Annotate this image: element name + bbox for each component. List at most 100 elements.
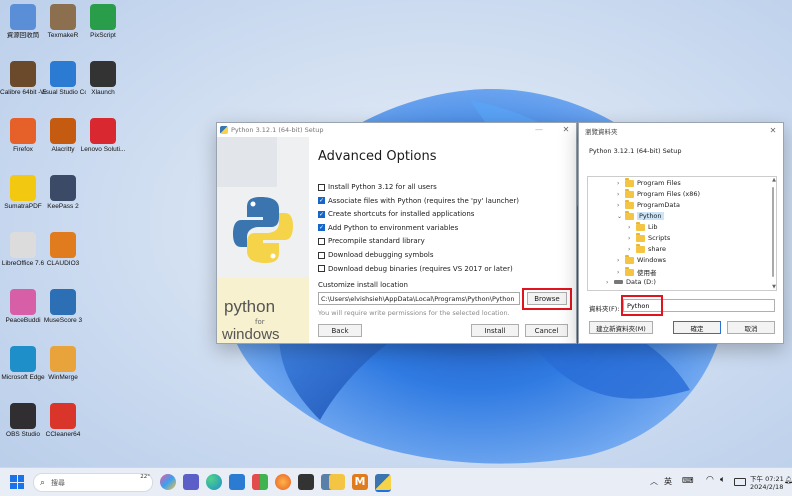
tree-node[interactable]: › ProgramData <box>617 199 680 209</box>
option-label: Create shortcuts for installed applicati… <box>328 210 475 219</box>
tree-expand-icon[interactable]: › <box>617 180 624 187</box>
desktop-icon[interactable]: Xlaunch <box>80 61 126 97</box>
folder-titlebar[interactable]: 瀏覽資料夾 ✕ <box>579 123 783 139</box>
app-grid-icon[interactable] <box>252 474 268 490</box>
folder-icon <box>636 221 645 231</box>
language-indicator[interactable]: 英 <box>664 476 672 487</box>
tree-node-label: Data (D:) <box>626 278 656 286</box>
tree-expand-icon[interactable]: › <box>617 257 624 264</box>
tree-node[interactable]: › share <box>628 243 666 253</box>
chevron-up-icon[interactable]: ︿ <box>650 476 658 487</box>
checkbox-unchecked-icon[interactable] <box>318 251 325 259</box>
checkbox-checked-icon[interactable]: ✓ <box>318 210 325 218</box>
option-checkbox-row[interactable]: Download debug binaries (requires VS 201… <box>318 265 513 273</box>
install-location-input[interactable] <box>318 292 520 305</box>
tree-expand-icon[interactable]: ⌄ <box>617 213 624 220</box>
location-label: Customize install location <box>318 281 408 289</box>
obs-icon <box>10 403 36 429</box>
minimize-icon[interactable]: — <box>532 124 546 136</box>
option-checkbox-row[interactable]: ✓ Create shortcuts for installed applicat… <box>318 210 474 218</box>
tree-expand-icon[interactable]: › <box>617 269 624 276</box>
tree-node[interactable]: › 使用者 <box>617 266 657 277</box>
clock-date[interactable]: 2024/2/18 <box>750 483 783 491</box>
libreoffice-icon <box>10 232 36 258</box>
mathsys-taskbar-icon[interactable]: M <box>352 474 368 490</box>
tree-node[interactable]: › Data (D:) <box>606 278 656 286</box>
option-checkbox-row[interactable]: Precompile standard library <box>318 237 425 245</box>
folder-icon <box>625 199 634 209</box>
tree-node[interactable]: › Program Files (x86) <box>617 188 701 198</box>
checkbox-checked-icon[interactable]: ✓ <box>318 197 325 205</box>
checkbox-unchecked-icon[interactable] <box>318 237 325 245</box>
checkbox-checked-icon[interactable]: ✓ <box>318 224 325 232</box>
copilot-icon[interactable] <box>160 474 176 490</box>
teams-icon[interactable] <box>183 474 199 490</box>
scroll-up-icon[interactable]: ▲ <box>772 177 776 183</box>
tree-expand-icon[interactable]: › <box>628 246 635 253</box>
close-icon[interactable]: ✕ <box>559 124 573 136</box>
checkbox-unchecked-icon[interactable] <box>318 265 325 273</box>
desktop-icon[interactable]: CCleaner64 <box>40 403 86 439</box>
mathsys-icon <box>50 232 76 258</box>
tree-expand-icon[interactable]: › <box>628 235 635 242</box>
volume-icon[interactable]: 🔈︎ <box>720 475 725 485</box>
tree-expand-icon[interactable]: › <box>628 224 635 231</box>
desktop-icon[interactable]: MuseScore 3 <box>40 289 86 325</box>
tree-scrollbar[interactable] <box>772 187 774 277</box>
new-folder-button[interactable]: 建立新資料夾(M) <box>589 321 653 334</box>
tree-expand-icon[interactable]: › <box>617 202 624 209</box>
terminal-taskbar-icon[interactable] <box>298 474 314 490</box>
option-label: Precompile standard library <box>328 237 425 246</box>
install-button[interactable]: Install <box>471 324 519 337</box>
permission-note: You will require write permissions for t… <box>318 309 510 317</box>
xlaunch-icon <box>90 61 116 87</box>
firefox-taskbar-icon[interactable] <box>275 474 291 490</box>
browse-highlight <box>522 288 572 310</box>
battery-icon[interactable] <box>734 478 746 486</box>
tree-node[interactable]: › Lib <box>628 221 658 231</box>
cancel-button[interactable]: Cancel <box>525 324 568 337</box>
tree-expand-icon[interactable]: › <box>606 279 613 286</box>
desktop-icon[interactable]: Lenovo Soluti... <box>80 118 126 154</box>
option-checkbox-row[interactable]: ✓ Add Python to environment variables <box>318 224 458 232</box>
folder-tree[interactable]: › Program Files › Program Files (x86) › Progr… <box>587 176 777 291</box>
desktop-icon[interactable]: KeePass 2 <box>40 175 86 211</box>
windows-start-icon[interactable] <box>10 475 24 489</box>
python-installer-taskbar-icon[interactable] <box>375 474 391 492</box>
clock-time[interactable]: 下午 07:21 <box>750 473 784 483</box>
firefox-icon <box>10 118 36 144</box>
notification-icon[interactable]: 🔔︎ <box>784 476 792 484</box>
ime-icon[interactable]: ⌨ <box>682 476 694 485</box>
search-placeholder: 搜尋 <box>51 478 66 487</box>
option-checkbox-row[interactable]: ✓ Associate files with Python (requires t… <box>318 197 519 205</box>
option-checkbox-row[interactable]: Download debugging symbols <box>318 251 434 259</box>
desktop-icon-label: CCleaner64 <box>45 431 81 438</box>
ok-button[interactable]: 確定 <box>673 321 721 334</box>
tree-node[interactable]: › Scripts <box>628 232 670 242</box>
tree-expand-icon[interactable]: › <box>617 191 624 198</box>
close-icon[interactable]: ✕ <box>766 125 780 137</box>
wifi-icon[interactable]: ◠ <box>706 475 714 485</box>
back-button[interactable]: Back <box>318 324 362 337</box>
desktop-icon[interactable]: PixScript <box>80 4 126 40</box>
desktop-icon[interactable]: WinMerge <box>40 346 86 382</box>
scroll-down-icon[interactable]: ▼ <box>772 284 776 290</box>
vscode-icon <box>50 61 76 87</box>
tree-node[interactable]: ⌄ Python <box>617 210 664 220</box>
option-checkbox-row[interactable]: Install Python 3.12 for all users <box>318 183 437 191</box>
desktop-icon[interactable]: CLAUDIO3 <box>40 232 86 268</box>
tree-node-label: Program Files (x86) <box>637 190 701 198</box>
tree-node[interactable]: › Program Files <box>617 177 681 187</box>
lenovo-icon <box>90 118 116 144</box>
tree-node[interactable]: › Windows <box>617 254 666 264</box>
setup-titlebar[interactable]: Python 3.12.1 (64-bit) Setup — ✕ <box>217 123 576 137</box>
desktop-icon-label: PixScript <box>90 32 116 39</box>
desktop-icon-label: CLAUDIO3 <box>46 260 80 267</box>
file-explorer-icon[interactable] <box>329 474 345 490</box>
folder-cancel-button[interactable]: 取消 <box>727 321 775 334</box>
folder-icon <box>625 254 634 264</box>
edge-taskbar-icon[interactable] <box>206 474 222 490</box>
checkbox-unchecked-icon[interactable] <box>318 183 325 191</box>
taskbar-search-box[interactable]: ⌕ 搜尋 22° <box>33 473 153 492</box>
vscode-taskbar-icon[interactable] <box>229 474 245 490</box>
